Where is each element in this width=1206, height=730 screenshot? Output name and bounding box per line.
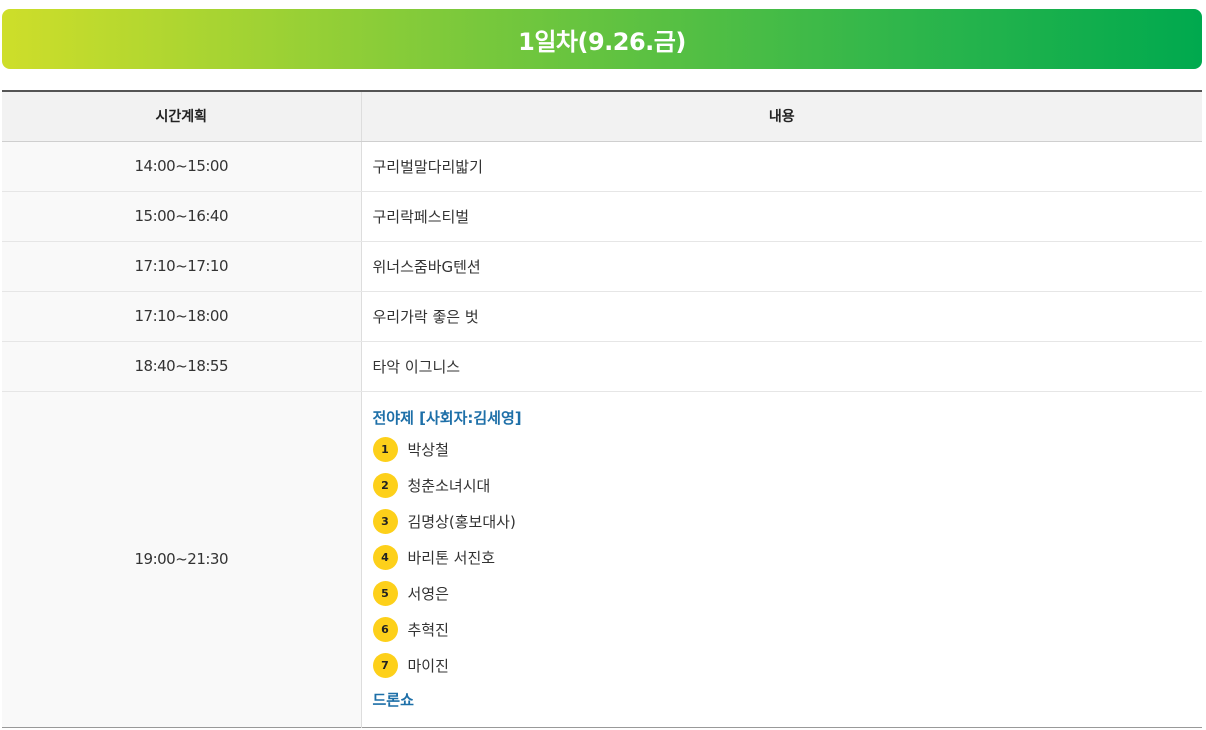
- number-badge: 6: [372, 616, 398, 642]
- day-banner: 1일차(9.26.금): [2, 9, 1202, 69]
- performer-name: 청춘소녀시대: [407, 476, 491, 495]
- performer-name: 추혁진: [407, 620, 449, 639]
- row-time: 18:40~18:55: [2, 341, 362, 392]
- number-badge: 5: [372, 580, 398, 606]
- performer-item: 6 추혁진: [372, 611, 1203, 647]
- performer-name: 박상철: [407, 440, 449, 459]
- row-time: 15:00~16:40: [2, 191, 362, 242]
- performer-name: 마이진: [407, 656, 449, 675]
- number-badge: 4: [372, 544, 398, 570]
- number-badge: 3: [372, 508, 398, 534]
- row-time: 17:10~18:00: [2, 291, 362, 342]
- row-time: 14:00~15:00: [2, 141, 362, 192]
- number-badge: 7: [372, 652, 398, 678]
- table-row: 17:10~17:10 위너스줌바G텐션: [2, 241, 1202, 292]
- schedule-table: 시간계획 내용 14:00~15:00 구리벌말다리밟기 15:00~16:40…: [2, 90, 1202, 728]
- performer-item: 5 서영은: [372, 575, 1203, 611]
- table-row: 17:10~18:00 우리가락 좋은 벗: [2, 291, 1202, 342]
- row-content-eve-event: 전야제 [사회자:김세영] 1 박상철 2 청춘소녀시대 3 김명상(홍보대사)…: [361, 391, 1202, 727]
- number-badge: 2: [372, 472, 398, 498]
- row-time: 17:10~17:10: [2, 241, 362, 292]
- row-content: 구리락페스티벌: [361, 191, 1202, 242]
- table-row-eve-event: 19:00~21:30 전야제 [사회자:김세영] 1 박상철 2 청춘소녀시대…: [2, 391, 1202, 727]
- performer-name: 서영은: [407, 584, 449, 603]
- row-time: 19:00~21:30: [2, 391, 362, 727]
- performer-item: 4 바리톤 서진호: [372, 539, 1203, 575]
- table-row: 14:00~15:00 구리벌말다리밟기: [2, 141, 1202, 192]
- number-badge: 1: [372, 436, 398, 462]
- performer-item: 1 박상철: [372, 431, 1203, 467]
- performer-name: 김명상(홍보대사): [407, 512, 516, 531]
- performer-item: 7 마이진: [372, 647, 1203, 683]
- header-time: 시간계획: [2, 91, 362, 142]
- drone-show-title: 드론쇼: [372, 691, 414, 709]
- table-header-row: 시간계획 내용: [2, 91, 1202, 142]
- performer-name: 바리톤 서진호: [407, 548, 496, 567]
- row-content: 우리가락 좋은 벗: [361, 291, 1202, 342]
- row-content: 구리벌말다리밟기: [361, 141, 1202, 192]
- performer-item: 2 청춘소녀시대: [372, 467, 1203, 503]
- performer-item: 3 김명상(홍보대사): [372, 503, 1203, 539]
- row-content: 타악 이그니스: [361, 341, 1202, 392]
- day-title: 1일차(9.26.금): [518, 27, 686, 56]
- row-content: 위너스줌바G텐션: [361, 241, 1202, 292]
- eve-event-title: 전야제 [사회자:김세영]: [372, 409, 522, 427]
- header-content: 내용: [361, 91, 1202, 142]
- table-row: 18:40~18:55 타악 이그니스: [2, 341, 1202, 392]
- table-row: 15:00~16:40 구리락페스티벌: [2, 191, 1202, 242]
